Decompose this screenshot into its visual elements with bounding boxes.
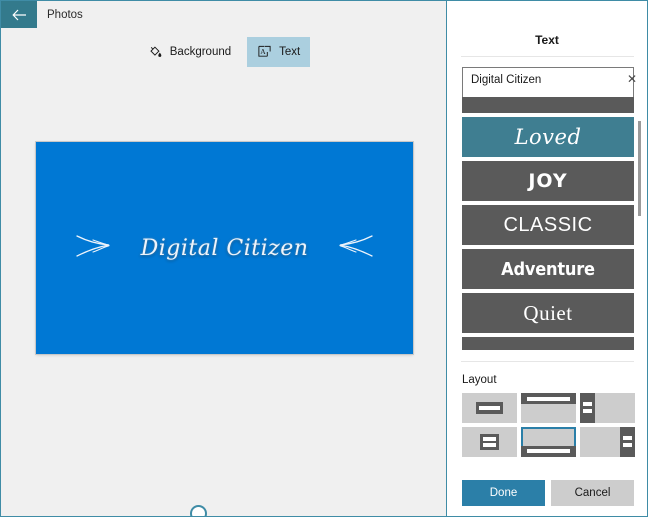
timeline-playhead[interactable] (190, 505, 208, 516)
text-input[interactable] (463, 68, 627, 86)
editor-area: Digital Citizen 0:01 0:03 Digital Citize… (1, 75, 447, 516)
clear-text-icon[interactable]: ✕ (627, 68, 644, 85)
layout-option-center[interactable] (462, 393, 517, 423)
back-button[interactable] (1, 1, 37, 28)
background-button-label: Background (169, 45, 232, 58)
video-preview-canvas[interactable]: Digital Citizen (36, 142, 413, 354)
back-arrow-icon (11, 9, 27, 21)
background-button[interactable]: Background (138, 37, 241, 67)
layout-section: Layout (462, 374, 635, 457)
style-item-label: JOY (528, 170, 568, 192)
photos-video-editor-window: Photos Background A Text Digital Citizen… (0, 0, 648, 517)
arrow-flourish-right-icon (73, 226, 115, 271)
style-item-label: Quiet (523, 300, 573, 325)
editor-toolbar: Background A Text (1, 28, 447, 75)
layout-options-grid[interactable] (462, 393, 635, 457)
layout-option-top-band[interactable] (521, 393, 576, 423)
panel-divider-layout (461, 361, 634, 362)
panel-title: Text (535, 33, 559, 47)
cancel-button[interactable]: Cancel (551, 480, 634, 506)
canvas-text-overlay: Digital Citizen (36, 142, 413, 354)
text-button[interactable]: A Text (247, 36, 311, 67)
text-panel: Text ✕ Loved JOY CLASSIC Adventure Quie (446, 1, 647, 516)
style-list-scrollbar[interactable] (638, 121, 641, 216)
style-item-joy[interactable]: JOY (462, 161, 634, 201)
style-item[interactable] (462, 337, 634, 350)
style-item-label: Loved (514, 125, 582, 149)
layout-option-left-band[interactable] (580, 393, 635, 423)
svg-text:A: A (260, 47, 266, 56)
paint-bucket-icon (148, 44, 163, 59)
app-title: Photos (47, 8, 83, 21)
text-box-icon: A (257, 44, 272, 59)
done-button[interactable]: Done (462, 480, 545, 506)
panel-divider-top (461, 56, 634, 57)
style-item-loved[interactable]: Loved (462, 117, 634, 157)
style-item-quiet[interactable]: Quiet (462, 293, 634, 333)
layout-section-label: Layout (462, 374, 497, 386)
style-item-classic[interactable]: CLASSIC (462, 205, 634, 245)
layout-option-bottom-band[interactable] (521, 427, 576, 457)
playhead-handle[interactable] (190, 505, 207, 516)
style-item-label: CLASSIC (503, 213, 593, 236)
text-button-label: Text (279, 45, 301, 58)
panel-action-buttons: Done Cancel (462, 480, 634, 506)
style-item-adventure[interactable]: Adventure (462, 249, 634, 289)
text-style-list[interactable]: Loved JOY CLASSIC Adventure Quiet (462, 97, 634, 350)
timeline (1, 420, 447, 516)
style-item[interactable] (462, 97, 634, 113)
style-item-label: Adventure (501, 258, 595, 280)
layout-option-right-band[interactable] (580, 427, 635, 457)
canvas-overlay-text: Digital Citizen (140, 235, 309, 261)
layout-option-center-split[interactable] (462, 427, 517, 457)
arrow-flourish-left-icon (334, 226, 376, 271)
